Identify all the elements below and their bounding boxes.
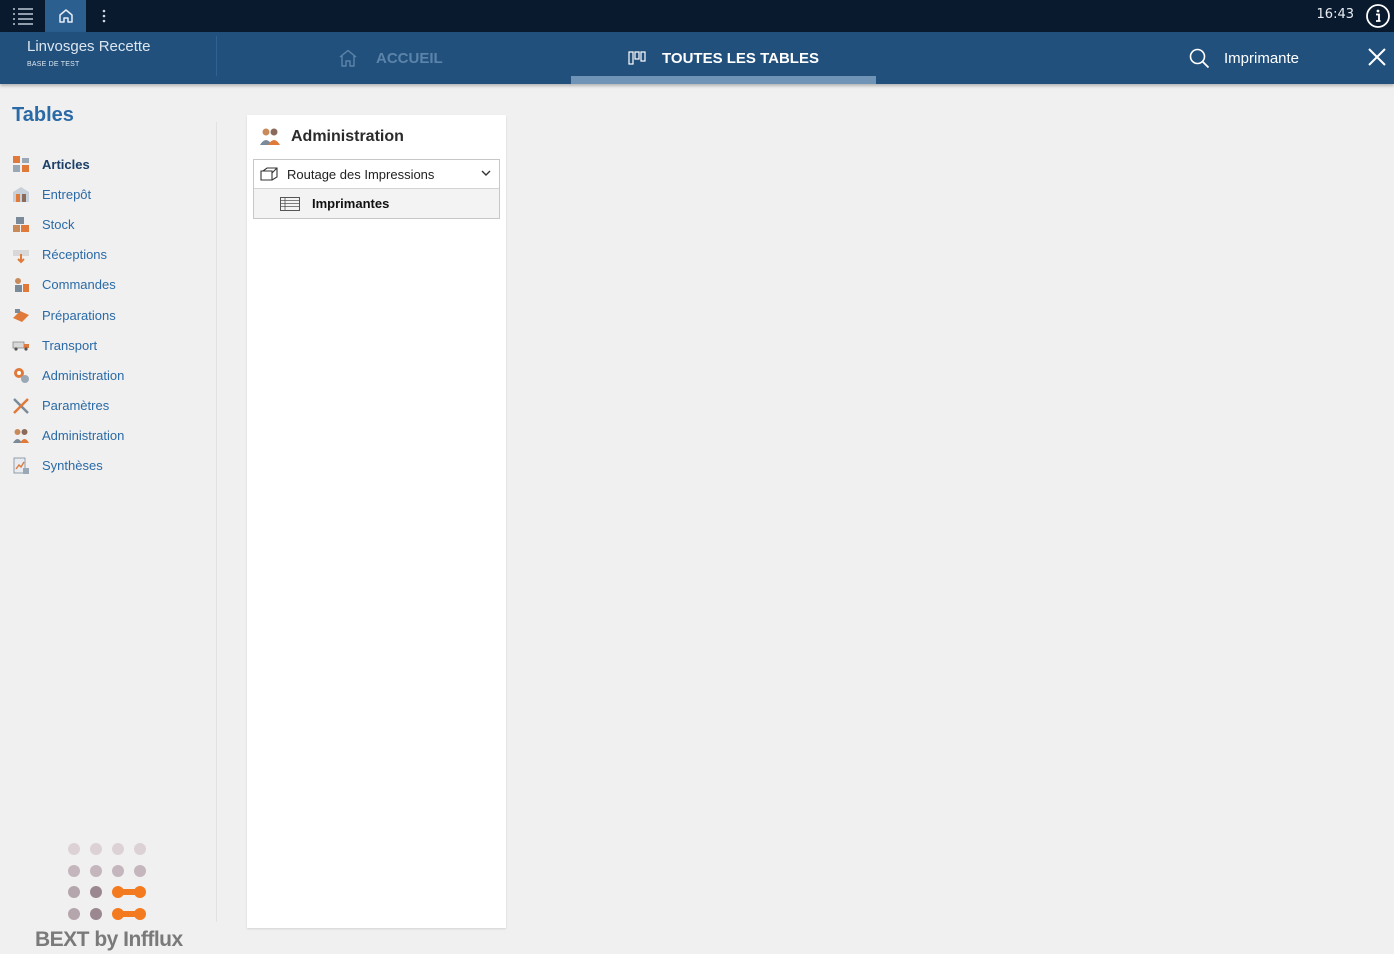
orders-icon [12, 276, 30, 294]
users-icon [260, 128, 280, 145]
menu-list-icon[interactable] [0, 0, 45, 32]
system-bar: 16:43 [0, 0, 1394, 32]
table-icon [280, 196, 300, 211]
sidebar-item-label: Paramètres [42, 398, 110, 414]
sidebar-item-receptions[interactable]: Réceptions [0, 240, 216, 270]
close-icon[interactable] [1366, 46, 1388, 68]
sidebar-item-label: Synthèses [42, 458, 103, 474]
preparations-icon [12, 306, 30, 324]
truck-icon [12, 336, 30, 354]
tab-tables-label: TOUTES LES TABLES [662, 49, 819, 67]
clock: 16:43 [1316, 7, 1354, 22]
sidebar-item-preparations[interactable]: Préparations [0, 300, 216, 330]
panel-header: Administration [259, 127, 404, 147]
header-divider [216, 36, 217, 76]
sidebar-item-label: Administration [42, 367, 125, 383]
tools-icon [12, 397, 30, 415]
sidebar-item-entrepot[interactable]: Entrepôt [0, 179, 216, 209]
users-icon [12, 427, 30, 445]
group-header-routage[interactable]: Routage des Impressions [254, 160, 499, 189]
sidebar-item-label: Articles [42, 156, 90, 172]
sidebar-item-parametres[interactable]: Paramètres [0, 391, 216, 421]
sidebar-item-label: Transport [42, 337, 98, 353]
sidebar-item-label: Stock [42, 216, 75, 232]
sidebar: Tables Articles Entrepôt Stock Réception… [0, 84, 216, 954]
infflux-logo [68, 843, 146, 920]
search-value: Imprimante [1224, 49, 1300, 67]
tables-columns-icon [628, 51, 646, 65]
app-header: Linvosges Recette BASE DE TEST ACCUEIL T… [0, 32, 1394, 84]
receptions-icon [12, 246, 30, 264]
warehouse-icon [12, 185, 30, 203]
table-item-imprimantes[interactable]: Imprimantes [254, 189, 499, 218]
panel-title: Administration [291, 128, 404, 145]
tab-accueil[interactable]: ACCUEIL [338, 32, 443, 84]
chevron-down-icon[interactable] [481, 169, 491, 177]
folder-icon [260, 167, 278, 181]
group-label: Routage des Impressions [287, 166, 435, 182]
table-item-label: Imprimantes [312, 196, 390, 211]
tables-panel: Administration Routage des Impressions I… [247, 115, 506, 928]
sidebar-item-label: Préparations [42, 307, 116, 323]
search-field[interactable]: Imprimante [1189, 32, 1299, 84]
home-icon[interactable] [45, 0, 86, 32]
sidebar-item-administration-users[interactable]: Administration [0, 421, 216, 451]
more-vertical-icon[interactable] [86, 0, 122, 32]
active-tab-indicator [571, 76, 876, 84]
tab-accueil-label: ACCUEIL [376, 49, 443, 67]
sidebar-item-label: Réceptions [42, 247, 108, 263]
logo-text: BEXT by Infflux [35, 928, 183, 951]
search-icon [1189, 48, 1210, 68]
home-outline-icon [339, 49, 357, 67]
table-group: Routage des Impressions Imprimantes [253, 159, 500, 219]
sidebar-item-transport[interactable]: Transport [0, 330, 216, 360]
report-icon [12, 457, 30, 475]
stock-icon [12, 215, 30, 233]
sidebar-item-label: Administration [42, 428, 125, 444]
sidebar-item-administration[interactable]: Administration [0, 360, 216, 390]
sidebar-list: Articles Entrepôt Stock Réceptions Comma… [0, 149, 216, 481]
sidebar-item-label: Entrepôt [42, 186, 92, 202]
sidebar-item-label: Commandes [42, 277, 116, 293]
sidebar-item-stock[interactable]: Stock [0, 209, 216, 239]
sidebar-divider [216, 122, 217, 922]
sidebar-title: Tables [12, 104, 74, 126]
sidebar-item-articles[interactable]: Articles [0, 149, 216, 179]
sidebar-item-syntheses[interactable]: Synthèses [0, 451, 216, 481]
sidebar-item-commandes[interactable]: Commandes [0, 270, 216, 300]
app-title: Linvosges Recette [27, 38, 151, 55]
articles-icon [12, 155, 30, 173]
app-subtitle: BASE DE TEST [27, 61, 80, 68]
info-icon[interactable] [1362, 0, 1394, 32]
admin-gear-icon [12, 366, 30, 384]
